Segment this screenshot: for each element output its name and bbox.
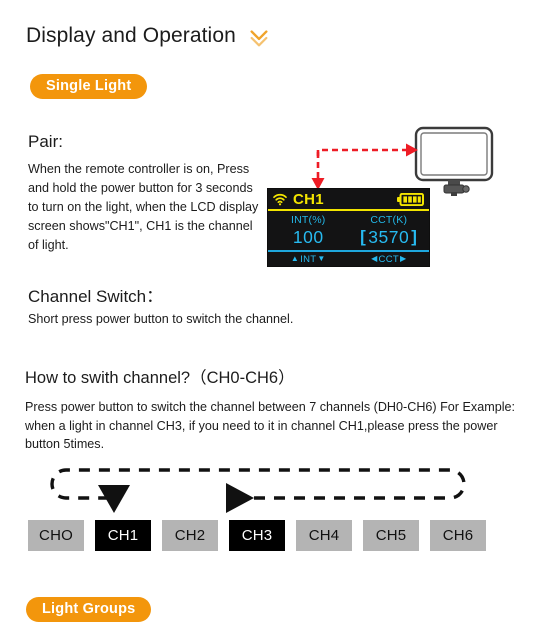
channel-chip-ch6[interactable]: CH6 — [430, 520, 486, 551]
lcd-cct-value: 3570 — [368, 227, 410, 247]
channel-chip-ch0[interactable]: CHO — [28, 520, 84, 551]
lcd-int-value: 100 — [292, 227, 324, 247]
triangle-down-icon: ▼ — [317, 254, 326, 263]
lcd-channel-label: CH1 — [293, 190, 324, 208]
dashed-loop-arrow-icon — [30, 455, 490, 515]
wifi-signal-icon — [273, 193, 287, 206]
badge-single-light[interactable]: Single Light — [30, 74, 148, 99]
lcd-footer-bar: ▲ INT ▼ ◀ CCT ▶ — [268, 250, 429, 266]
page-title: Display and Operation — [26, 23, 236, 47]
lcd-top-bar: CH1 — [268, 189, 429, 211]
text-how-to-switch: Press power button to switch the channel… — [25, 400, 515, 451]
lcd-cct-value-group: [ 3570 ] — [349, 227, 430, 248]
lcd-label-row: INT(%) CCT(K) — [268, 211, 429, 226]
text-pair: When the remote controller is on, Press … — [28, 162, 259, 252]
triangle-left-icon: ◀ — [371, 254, 378, 263]
channel-chip-row: CHO CH1 CH2 CH3 CH4 CH5 CH6 — [28, 520, 486, 551]
lcd-cct-label: CCT(K) — [370, 214, 408, 226]
page-header: Display and Operation — [26, 22, 270, 49]
channel-chip-ch1[interactable]: CH1 — [95, 520, 151, 551]
channel-chip-ch4[interactable]: CH4 — [296, 520, 352, 551]
triangle-right-icon: ▶ — [399, 254, 407, 263]
text-channel-switch: Short press power button to switch the c… — [28, 312, 294, 326]
lcd-value-row: 100 [ 3570 ] — [268, 226, 429, 248]
lcd-int-label: INT(%) — [291, 214, 326, 226]
lcd-footer-cct[interactable]: ◀ CCT ▶ — [349, 254, 430, 265]
lcd-display: CH1 INT(%) CCT(K) 100 [ 3570 ] ▲ INT ▼ ◀… — [267, 188, 430, 267]
heading-pair: Pair: — [28, 132, 63, 151]
channel-chip-ch2[interactable]: CH2 — [162, 520, 218, 551]
chevron-double-down-icon[interactable] — [248, 27, 270, 49]
lcd-footer-int-label: INT — [300, 253, 317, 265]
lcd-footer-int[interactable]: ▲ INT ▼ — [268, 254, 349, 265]
badge-light-groups[interactable]: Light Groups — [26, 597, 152, 622]
channel-chip-ch5[interactable]: CH5 — [363, 520, 419, 551]
lcd-cct-bracket-left: [ — [360, 227, 367, 246]
red-dashed-arrow-icon — [306, 142, 424, 192]
heading-how-to-switch: How to swith channel?（CH0-CH6） — [25, 369, 295, 387]
heading-channel-switch: Channel Switch： — [28, 287, 164, 306]
led-light-panel-icon — [414, 126, 496, 196]
battery-full-icon — [397, 192, 424, 206]
triangle-up-icon: ▲ — [290, 254, 300, 263]
lcd-footer-cct-label: CCT — [378, 253, 399, 265]
lcd-cct-bracket-right: ] — [411, 227, 418, 246]
channel-chip-ch3[interactable]: CH3 — [229, 520, 285, 551]
